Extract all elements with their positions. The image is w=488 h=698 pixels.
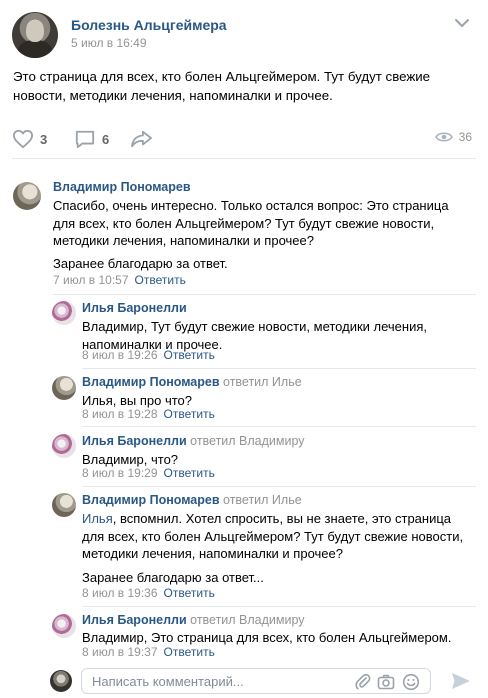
comment-text-2: Заранее благодарю за ответ. (53, 256, 228, 271)
comment-text: Спасибо, очень интересно. Только остался… (53, 198, 449, 248)
comment-author: Владимир Пономарев ответил Илье (82, 493, 302, 507)
reply-to-label: ответил Илье (223, 493, 302, 507)
comment-text-2: Заранее благодарю за ответ... (82, 570, 264, 585)
divider (12, 158, 476, 159)
comment-author: Владимир Пономарев ответил Илье (82, 375, 302, 389)
group-name[interactable]: Болезнь Альцгеймера (71, 17, 227, 33)
post-text: Это страница для всех, кто болен Альцгей… (13, 69, 431, 103)
comment-compose: Написать комментарий... (0, 664, 488, 698)
comment-text: Илья, вспомнил. Хотел спросить, вы не зн… (82, 510, 468, 563)
group-avatar[interactable] (12, 12, 58, 58)
comment-count: 6 (102, 131, 110, 147)
reply-button[interactable]: Ответить (135, 273, 186, 287)
comment-separator (53, 294, 476, 295)
comment-text-body: , вспомнил. Хотел спросить, вы не знаете… (82, 511, 464, 561)
post-actions: 3 6 36 (0, 120, 488, 158)
comment-author: Илья Баронелли ответил Владимиру (82, 434, 305, 448)
reply-button[interactable]: Ответить (164, 348, 215, 362)
comment-meta: 8 июл в 19:37 Ответить (82, 645, 215, 659)
comment-meta: 8 июл в 19:28 Ответить (82, 407, 215, 421)
comment-meta: 8 июл в 19:36 Ответить (82, 586, 215, 600)
comment-separator (82, 486, 476, 487)
comment-time[interactable]: 8 июл в 19:29 (82, 466, 158, 480)
comment-input[interactable]: Написать комментарий... (81, 668, 431, 694)
avatar[interactable] (52, 614, 76, 638)
reply-button[interactable]: Ответить (164, 645, 215, 659)
avatar[interactable] (52, 434, 76, 458)
camera-icon[interactable] (377, 673, 395, 691)
views-count: 36 (458, 130, 472, 144)
share-button[interactable] (130, 128, 154, 150)
comment-time[interactable]: 7 июл в 10:57 (53, 273, 129, 287)
comment-meta: 8 июл в 19:29 Ответить (82, 466, 215, 480)
comment-author[interactable]: Владимир Пономарев (53, 180, 191, 194)
avatar[interactable] (52, 301, 76, 325)
avatar[interactable] (52, 376, 76, 400)
reply-to-label: ответил Владимиру (190, 434, 305, 448)
comment-bubble-icon (75, 130, 95, 149)
comment-author: Илья Баронелли ответил Владимиру (82, 613, 305, 627)
comment-separator (82, 426, 476, 427)
reply-to-label: ответил Владимиру (190, 613, 305, 627)
avatar-figure-face (26, 20, 44, 42)
comment-separator (82, 606, 476, 607)
my-avatar (50, 670, 72, 692)
reply-to-label: ответил Илье (223, 375, 302, 389)
author-name[interactable]: Владимир Пономарев (82, 375, 220, 389)
avatar-figure-body (18, 40, 52, 58)
comment-time[interactable]: 8 июл в 19:26 (82, 348, 158, 362)
reply-button[interactable]: Ответить (164, 466, 215, 480)
comment-time[interactable]: 8 июл в 19:37 (82, 645, 158, 659)
comment-meta: 8 июл в 19:26 Ответить (82, 348, 215, 362)
reply-button[interactable]: Ответить (164, 407, 215, 421)
eye-icon (434, 132, 453, 142)
like-count: 3 (40, 131, 48, 147)
author-name[interactable]: Илья Баронелли (82, 613, 187, 627)
heart-icon (13, 129, 33, 149)
more-dots-icon[interactable] (452, 16, 472, 32)
paperclip-icon[interactable] (354, 673, 372, 691)
post-time[interactable]: 5 июл в 16:49 (71, 36, 147, 50)
comment-input-placeholder: Написать комментарий... (92, 674, 244, 689)
comment-text: Владимир, Это страница для всех, кто бол… (82, 630, 452, 645)
comment-time[interactable]: 8 июл в 19:28 (82, 407, 158, 421)
like-button[interactable]: 3 (12, 128, 47, 150)
comment-meta: 7 июл в 10:57 Ответить (53, 273, 186, 287)
comment-separator (82, 368, 476, 369)
post-header: Болезнь Альцгеймера 5 июл в 16:49 (0, 0, 488, 60)
mention-link[interactable]: Илья (82, 511, 113, 526)
avatar[interactable] (52, 493, 76, 517)
views-counter: 36 (434, 130, 472, 144)
reply-button[interactable]: Ответить (164, 586, 215, 600)
share-arrow-icon (131, 130, 152, 148)
comment-author[interactable]: Илья Баронелли (82, 301, 187, 315)
send-icon[interactable] (451, 672, 471, 690)
author-name[interactable]: Владимир Пономарев (82, 493, 220, 507)
author-name[interactable]: Илья Баронелли (82, 434, 187, 448)
avatar[interactable] (13, 182, 41, 210)
comment-button[interactable]: 6 (74, 128, 109, 150)
smile-icon[interactable] (402, 673, 420, 691)
comment-time[interactable]: 8 июл в 19:36 (82, 586, 158, 600)
